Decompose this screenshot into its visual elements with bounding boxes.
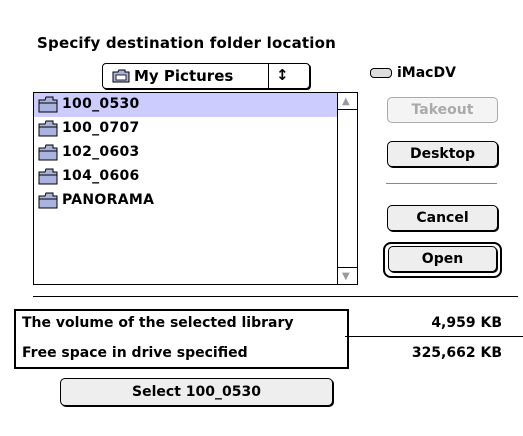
section-divider — [33, 296, 518, 297]
free-space-value: 325,662 KB — [411, 345, 502, 361]
default-button-ring: Open — [383, 242, 502, 278]
folder-name: PANORAMA — [62, 192, 155, 208]
list-item[interactable]: PANORAMA — [34, 189, 337, 213]
folder-icon — [38, 168, 58, 189]
open-button[interactable]: Open — [388, 246, 497, 272]
popup-selected-label: My Pictures — [134, 67, 234, 85]
list-item[interactable]: 104_0606 — [34, 165, 337, 189]
value-divider — [345, 336, 523, 337]
scroll-up-button[interactable]: ▲ — [338, 93, 357, 110]
volume-name: iMacDV — [397, 65, 456, 81]
folder-icon — [112, 68, 130, 87]
disk-icon — [370, 68, 392, 78]
folder-name: 100_0707 — [62, 120, 140, 136]
volume-indicator: iMacDV — [370, 65, 456, 81]
info-labels-box: The volume of the selected library Free … — [14, 309, 349, 369]
folder-icon — [38, 120, 58, 141]
free-space-label: Free space in drive specified — [22, 345, 248, 361]
dialog-title: Specify destination folder location — [37, 34, 337, 52]
location-popup[interactable]: My Pictures ↕ — [102, 63, 310, 89]
list-item[interactable]: 100_0707 — [34, 117, 337, 141]
folder-name: 104_0606 — [62, 168, 140, 184]
list-item[interactable]: 102_0603 — [34, 141, 337, 165]
takeout-button[interactable]: Takeout — [387, 97, 498, 123]
scroll-down-button[interactable]: ▼ — [338, 267, 357, 284]
folder-icon — [38, 144, 58, 165]
triangle-up-icon: ▲ — [342, 96, 350, 107]
popup-divider — [268, 64, 269, 88]
folder-icon — [38, 192, 58, 213]
up-down-arrows-icon: ↕ — [276, 66, 289, 84]
folder-list-rows: 100_0530 100_0707 102_0603 104_0606 PANO… — [34, 93, 337, 284]
button-divider — [386, 183, 497, 184]
cancel-button[interactable]: Cancel — [387, 205, 498, 231]
desktop-button[interactable]: Desktop — [387, 141, 498, 167]
select-folder-button[interactable]: Select 100_0530 — [60, 378, 333, 406]
folder-icon — [38, 96, 58, 117]
library-volume-value: 4,959 KB — [431, 315, 502, 331]
list-item[interactable]: 100_0530 — [34, 93, 337, 117]
list-scrollbar[interactable]: ▲ ▼ — [337, 93, 357, 284]
folder-name: 102_0603 — [62, 144, 140, 160]
library-volume-label: The volume of the selected library — [22, 315, 294, 331]
folder-name: 100_0530 — [62, 96, 140, 112]
triangle-down-icon: ▼ — [342, 271, 350, 282]
folder-picker-dialog: Specify destination folder location My P… — [0, 0, 523, 436]
folder-list[interactable]: 100_0530 100_0707 102_0603 104_0606 PANO… — [33, 92, 358, 285]
